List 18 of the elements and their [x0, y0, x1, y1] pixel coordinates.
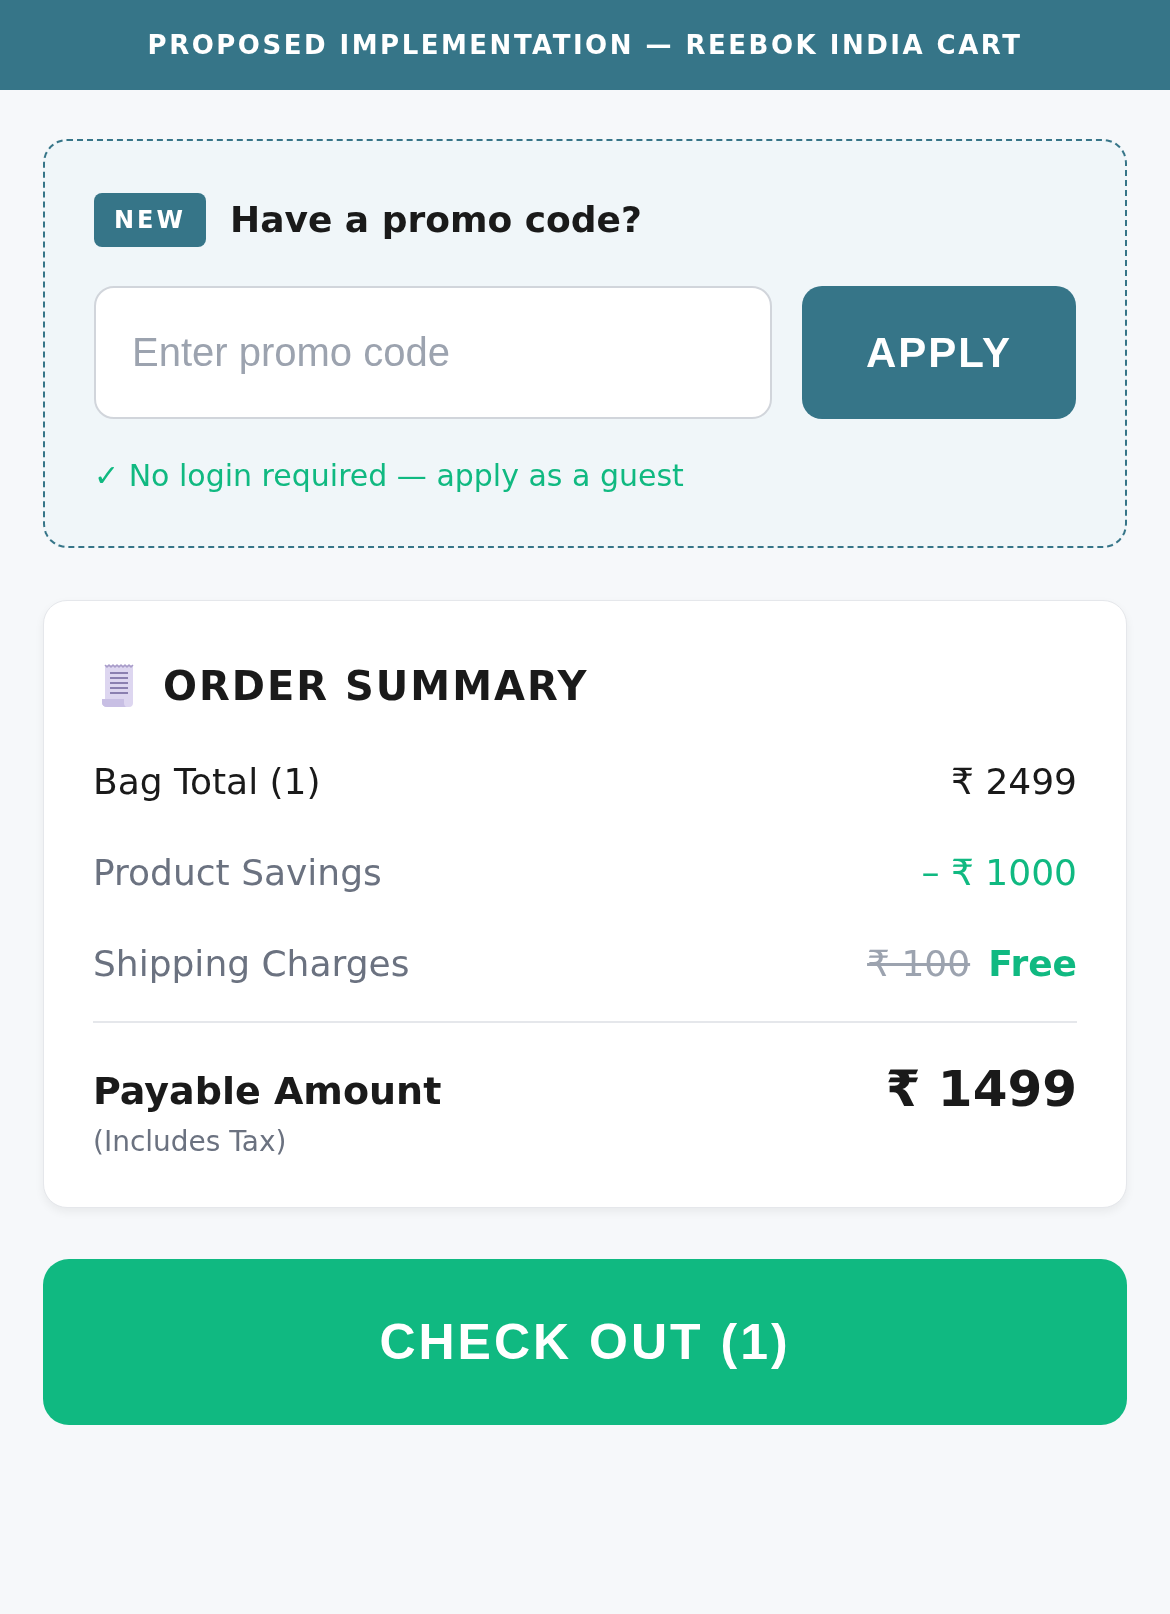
apply-button[interactable]: APPLY [802, 286, 1076, 419]
includes-tax-note: (Includes Tax) [93, 1124, 288, 1160]
summary-value: ₹ 2499 [951, 759, 1077, 804]
summary-label: Bag Total (1) [93, 759, 321, 804]
summary-label: Shipping Charges [93, 941, 410, 986]
promo-heading: Have a promo code? [230, 197, 642, 242]
summary-value: Free [988, 941, 1077, 986]
payable-amount-value: ₹ 1499 [885, 1061, 1077, 1117]
receipt-icon [101, 663, 137, 709]
payable-amount-label: Payable Amount [93, 1068, 442, 1115]
summary-label: Product Savings [93, 850, 382, 895]
summary-value: – ₹ 1000 [921, 850, 1077, 895]
order-summary-title: ORDER SUMMARY [163, 662, 589, 711]
guest-note: ✓ No login required — apply as a guest [94, 457, 685, 495]
original-price: ₹ 100 [867, 941, 971, 986]
new-badge: NEW [94, 192, 206, 247]
promo-code-input[interactable]: Enter promo code [94, 286, 772, 419]
page-title: PROPOSED IMPLEMENTATION — REEBOK INDIA CART [147, 28, 1023, 62]
